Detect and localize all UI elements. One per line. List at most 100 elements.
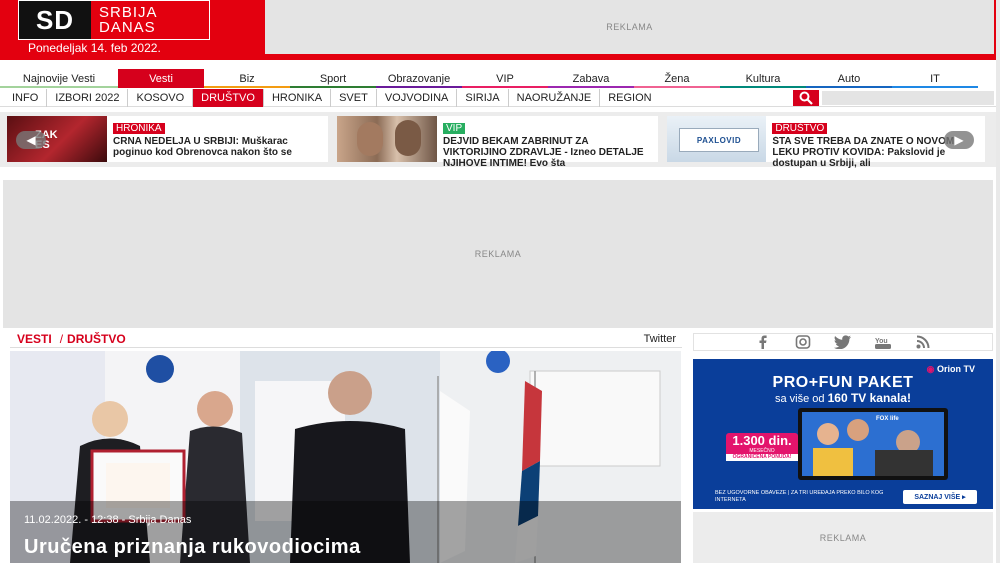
promo-brand-name: Orion TV <box>937 364 975 374</box>
nav-item-label: Najnovije Vesti <box>22 72 96 85</box>
section-tab-region[interactable]: REGION <box>599 88 659 107</box>
logo-line-2: DANAS <box>99 19 156 36</box>
featured-category[interactable]: DRUŠTVO <box>772 123 828 134</box>
thumbnail-box: PAXLOVID <box>679 128 759 152</box>
nav-item-sport[interactable]: Sport <box>290 69 376 88</box>
site-logo[interactable]: SD SRBIJA DANAS <box>18 0 210 40</box>
hero-article[interactable]: 11.02.2022. - 12:38 - Srbija Danas Uruče… <box>10 351 681 563</box>
chevron-right-icon: ▶ <box>954 133 964 147</box>
twitter-icon[interactable] <box>834 335 852 349</box>
nav-item-underline <box>892 86 978 88</box>
logo-monogram: SD <box>19 1 91 39</box>
breadcrumb-drustvo[interactable]: DRUŠTVO <box>67 332 126 346</box>
hero-photo <box>10 351 681 563</box>
featured-card[interactable]: ZAK ES HRONIKA CRNA NEDELJA U SRBIJI: Mu… <box>7 116 328 162</box>
nav-item-label: Kultura <box>745 72 781 85</box>
nav-item-label: Sport <box>319 72 347 85</box>
featured-thumbnail[interactable]: PAXLOVID <box>667 116 767 162</box>
main-navigation: Najnovije Vesti Vesti Biz Sport Obrazovanje V… <box>0 69 1000 88</box>
breadcrumb-vesti[interactable]: VESTI <box>17 332 52 346</box>
social-links: You <box>693 333 993 351</box>
nav-item-label: Auto <box>837 72 861 85</box>
nav-item-auto[interactable]: Auto <box>806 69 892 88</box>
instagram-icon[interactable] <box>794 335 812 349</box>
featured-title[interactable]: DEJVID BEKAM ZABRINUT ZA VIKTORIJINO ZDR… <box>443 136 651 169</box>
nav-item-label: Žena <box>664 72 690 85</box>
thumbnail-label: PAXLOVID <box>696 135 742 145</box>
promo-sub-bold: 160 TV kanala! <box>827 391 911 405</box>
orion-logo-icon: ◉ <box>926 364 935 374</box>
current-date: Ponedeljak 14. feb 2022. <box>28 41 161 55</box>
orion-tv-promo[interactable]: ◉ Orion TV PRO+FUN PAKET sa više od 160 … <box>693 359 993 509</box>
promo-fine-print: BEZ UGOVORNE OBAVEZE | ZA TRI UREĐAJA PR… <box>715 490 884 503</box>
section-tab-naoružanje[interactable]: NAORUŽANJE <box>507 88 600 107</box>
promo-price-offer: OGRANIČENA PONUDA! <box>726 454 798 461</box>
section-tab-društvo[interactable]: DRUŠTVO <box>192 88 263 107</box>
featured-thumbnail[interactable] <box>337 116 437 162</box>
featured-card[interactable]: PAXLOVID DRUŠTVO ŠTA SVE TREBA DA ZNATE … <box>667 116 985 169</box>
youtube-icon[interactable]: You <box>874 335 892 349</box>
carousel-next-button[interactable]: ▶ <box>944 131 974 149</box>
promo-cta-button[interactable]: SAZNAJ VIŠE ▸ <box>903 490 977 504</box>
nav-item-label: IT <box>930 72 940 85</box>
nav-item-label: Vesti <box>149 72 173 85</box>
logo-area[interactable]: SD SRBIJA DANAS Ponedeljak 14. feb 2022. <box>12 0 262 58</box>
featured-strip: ZAK ES HRONIKA CRNA NEDELJA U SRBIJI: Mu… <box>0 112 1000 169</box>
nav-item-label: Biz <box>239 72 255 85</box>
logo-line-1: SRBIJA <box>99 4 158 21</box>
nav-item-vip[interactable]: VIP <box>462 69 548 88</box>
top-ad-banner[interactable]: REKLAMA <box>265 0 994 54</box>
breadcrumb-separator: / <box>59 332 64 346</box>
section-tab-svet[interactable]: SVET <box>330 88 376 107</box>
featured-title[interactable]: CRNA NEDELJA U SRBIJI: Muškarac poginuo … <box>113 136 321 169</box>
nav-item-label: Zabava <box>572 72 610 85</box>
facebook-icon[interactable] <box>754 335 772 349</box>
rss-icon[interactable] <box>914 335 932 349</box>
section-tab-hronika[interactable]: HRONIKA <box>262 88 330 107</box>
section-tab-izbori-2022[interactable]: IZBORI 2022 <box>46 88 127 107</box>
chevron-left-icon: ◀ <box>26 133 36 147</box>
scrollbar-track[interactable] <box>996 0 1000 563</box>
featured-category[interactable]: HRONIKA <box>113 123 165 134</box>
nav-item-underline <box>720 86 806 88</box>
nav-item-it[interactable]: IT <box>892 69 978 88</box>
promo-price: 1.300 din. <box>732 433 792 448</box>
section-tab-info[interactable]: INFO <box>0 89 46 107</box>
carousel-prev-button[interactable]: ◀ <box>16 131 46 149</box>
page: SD SRBIJA DANAS Ponedeljak 14. feb 2022.… <box>0 0 1000 563</box>
svg-text:You: You <box>875 338 888 345</box>
article-meta: 11.02.2022. - 12:38 - Srbija Danas <box>24 514 192 526</box>
leaderboard-ad[interactable]: REKLAMA <box>3 180 993 328</box>
section-tab-vojvodina[interactable]: VOJVODINA <box>375 88 457 107</box>
promo-subheadline: sa više od 160 TV kanala! <box>693 391 993 405</box>
thumbnail-person <box>357 122 383 156</box>
section-tab-kosovo[interactable]: KOSOVO <box>127 88 192 107</box>
promo-headline: PRO+FUN PAKET <box>772 374 914 391</box>
nav-item-zabava[interactable]: Zabava <box>548 69 634 88</box>
nav-item-žena[interactable]: Žena <box>634 69 720 88</box>
promo-price-badge: 1.300 din. MESEČNO OGRANIČENA PONUDA! <box>726 433 798 461</box>
nav-item-underline <box>806 86 892 88</box>
search-bar-placeholder <box>822 91 994 105</box>
nav-item-obrazovanje[interactable]: Obrazovanje <box>376 69 462 88</box>
section-tab-sirija[interactable]: SIRIJA <box>456 88 507 107</box>
search-icon <box>799 91 813 105</box>
nav-item-vesti[interactable]: Vesti <box>118 69 204 88</box>
article-title[interactable]: Uručena priznanja rukovodiocima <box>24 536 361 559</box>
nav-item-biz[interactable]: Biz <box>204 69 290 88</box>
nav-item-najnovije-vesti[interactable]: Najnovije Vesti <box>0 69 118 88</box>
svg-text:FOX life: FOX life <box>876 416 899 422</box>
thumbnail-person <box>395 120 421 156</box>
featured-category[interactable]: VIP <box>443 123 466 134</box>
nav-item-kultura[interactable]: Kultura <box>720 69 806 88</box>
nav-item-label: Obrazovanje <box>387 72 451 85</box>
twitter-link[interactable]: Twitter <box>644 333 676 345</box>
logo-wordmark: SRBIJA DANAS <box>91 1 209 39</box>
search-button[interactable] <box>793 90 819 106</box>
breadcrumb: VESTI / DRUŠTVO Twitter <box>10 331 682 348</box>
featured-card[interactable]: VIP DEJVID BEKAM ZABRINUT ZA VIKTORIJINO… <box>337 116 658 169</box>
sidebar-ad[interactable]: REKLAMA <box>693 512 993 563</box>
nav-item-label: VIP <box>496 72 514 85</box>
site-header: SD SRBIJA DANAS Ponedeljak 14. feb 2022.… <box>0 0 1000 60</box>
section-navigation: INFO IZBORI 2022 KOSOVO DRUŠTVO HRONIKA SVET V… <box>0 88 1000 107</box>
